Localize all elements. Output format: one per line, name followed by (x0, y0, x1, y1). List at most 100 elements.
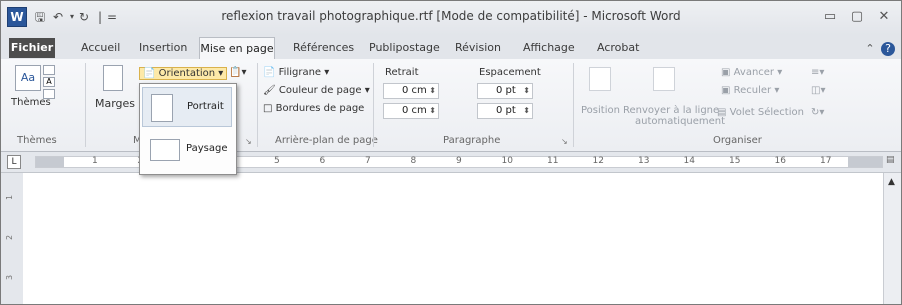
ruler-tick-label: 15 (729, 156, 741, 166)
group-label-themes: Thèmes (17, 135, 57, 146)
wrap-text-button[interactable]: Renvoyer à la ligne (623, 105, 719, 116)
menu-item-paysage[interactable]: Paysage (142, 130, 232, 170)
group-label-arriere-plan: Arrière-plan de page (275, 135, 378, 146)
orientation-button[interactable]: 📄 Orientation ▾ (139, 67, 228, 80)
ruler-right-margin[interactable] (848, 157, 882, 167)
ruler-tick-label: 16 (774, 156, 786, 166)
send-backward-button[interactable]: ▣ Reculer ▾ (721, 85, 779, 96)
tab-selector[interactable]: L (7, 155, 21, 169)
orientation-icon: 📄 (143, 68, 156, 79)
theme-colors-icon[interactable] (43, 65, 55, 75)
menu-item-portrait[interactable]: Portrait (142, 87, 232, 127)
indent-label: Retrait (385, 67, 419, 78)
spacing-before-field[interactable]: 0 pt ⬍ (477, 83, 533, 99)
spin-arrows-icon[interactable]: ⬍ (429, 104, 436, 118)
ribbon-tabs: Fichier Accueil Insertion Mise en page R… (1, 35, 901, 60)
margins-icon[interactable] (103, 65, 123, 91)
theme-fonts-icon[interactable]: A (43, 77, 55, 87)
ruler-tick-label: 11 (547, 156, 559, 166)
vertical-scrollbar[interactable]: ▲ (883, 173, 901, 304)
vruler-number: 2 (5, 234, 15, 241)
watermark-label: Filigrane (278, 67, 322, 78)
paysage-label: Paysage (186, 143, 228, 154)
ribbon: Aa A Thèmes Thèmes Marges 📄 Orientation … (1, 59, 901, 152)
ruler-view-icon[interactable]: ▤ (886, 155, 898, 169)
wrap-text-icon[interactable] (653, 67, 675, 91)
scroll-up-icon[interactable]: ▲ (888, 177, 895, 187)
ruler-tick-label: 5 (274, 156, 280, 166)
group-separator (373, 63, 374, 147)
minimize-icon[interactable]: ▭ (819, 8, 841, 26)
group-objects-icon[interactable]: ◫▾ (811, 85, 825, 96)
indent-right-field[interactable]: 0 cm ⬍ (383, 103, 439, 119)
ruler-tick-label: 7 (365, 156, 371, 166)
tab-revision[interactable]: Révision (455, 39, 501, 57)
ruler-tick-label: 14 (683, 156, 695, 166)
ribbon-minimize-icon[interactable]: ⌃ (863, 42, 877, 56)
position-icon[interactable] (589, 67, 611, 91)
indent-left-value: 0 cm (402, 85, 427, 96)
tab-accueil[interactable]: Accueil (81, 39, 120, 57)
tab-affichage[interactable]: Affichage (523, 39, 575, 57)
orientation-dropdown: Portrait Paysage (139, 83, 237, 175)
tab-publipostage[interactable]: Publipostage (369, 39, 440, 57)
tab-insertion[interactable]: Insertion (139, 39, 187, 57)
maximize-icon[interactable]: ▢ (846, 8, 868, 26)
spin-arrows-icon[interactable]: ⬍ (523, 104, 530, 118)
spacing-before-value: 0 pt (496, 85, 516, 96)
rotate-icon[interactable]: ↻▾ (811, 107, 824, 118)
tab-acrobat[interactable]: Acrobat (597, 39, 639, 57)
wrap-text-button-line2: automatiquement (635, 116, 726, 127)
vruler-number: 1 (5, 194, 15, 201)
tab-mise-en-page[interactable]: Mise en page (199, 37, 275, 60)
page-setup-launcher-icon[interactable]: ↘ (245, 137, 254, 146)
spin-arrows-icon[interactable]: ⬍ (429, 84, 436, 98)
vertical-ruler: 1 2 3 (1, 173, 24, 304)
horizontal-ruler: L 1234567891011121314151617 ▤ (1, 152, 901, 173)
group-separator (85, 63, 86, 147)
page-color-label: Couleur de page (278, 85, 362, 96)
bring-forward-button[interactable]: ▣ Avancer ▾ (721, 67, 782, 78)
ruler-tick-label: 17 (820, 156, 832, 166)
themes-icon[interactable]: Aa (15, 65, 41, 91)
vruler-number: 3 (5, 274, 15, 281)
ruler-left-margin[interactable] (36, 157, 64, 167)
page-borders-label: Bordures de page (275, 103, 365, 114)
tab-references[interactable]: Références (293, 39, 354, 57)
position-button[interactable]: Position (581, 105, 620, 116)
spin-arrows-icon[interactable]: ⬍ (523, 84, 530, 98)
close-icon[interactable]: ✕ (873, 8, 895, 26)
ruler-tick-label: 10 (501, 156, 513, 166)
page-borders-button[interactable]: □ Bordures de page (263, 103, 364, 114)
spacing-after-field[interactable]: 0 pt ⬍ (477, 103, 533, 119)
indent-right-value: 0 cm (402, 105, 427, 116)
group-label-organiser: Organiser (713, 135, 762, 146)
selection-pane-button[interactable]: ▤ Volet Sélection (717, 107, 804, 118)
margins-button[interactable]: Marges (95, 97, 135, 110)
portrait-page-icon (151, 94, 173, 122)
title-bar: W 🖫 ↶ ▾ ↻ | = reflexion travail photogra… (1, 1, 901, 35)
group-label-paragraphe: Paragraphe (443, 135, 501, 146)
ruler-tick-label: 12 (592, 156, 604, 166)
group-separator (257, 63, 258, 147)
ruler-tick-label: 9 (456, 156, 462, 166)
indent-left-field[interactable]: 0 cm ⬍ (383, 83, 439, 99)
word-window: W 🖫 ↶ ▾ ↻ | = reflexion travail photogra… (0, 0, 902, 305)
page-color-button[interactable]: 🖌 Couleur de page ▾ (263, 85, 370, 96)
ruler-tick-label: 13 (638, 156, 650, 166)
ruler-tick-label: 1 (92, 156, 98, 166)
portrait-label: Portrait (187, 101, 224, 112)
ruler-tick-label: 6 (319, 156, 326, 166)
help-icon[interactable]: ? (881, 42, 895, 56)
themes-button[interactable]: Thèmes (11, 97, 51, 108)
paragraph-launcher-icon[interactable]: ↘ (561, 137, 570, 146)
align-icon[interactable]: ≡▾ (811, 67, 824, 78)
bring-forward-label: Avancer (733, 67, 775, 78)
watermark-button[interactable]: 📄 Filigrane ▾ (263, 67, 329, 78)
size-icon[interactable]: 📋▾ (229, 67, 246, 78)
tab-fichier[interactable]: Fichier (9, 38, 55, 58)
send-backward-label: Reculer (733, 85, 772, 96)
ruler-tick-label: 8 (410, 156, 417, 166)
document-page[interactable] (23, 173, 883, 304)
orientation-label: Orientation (158, 68, 216, 79)
